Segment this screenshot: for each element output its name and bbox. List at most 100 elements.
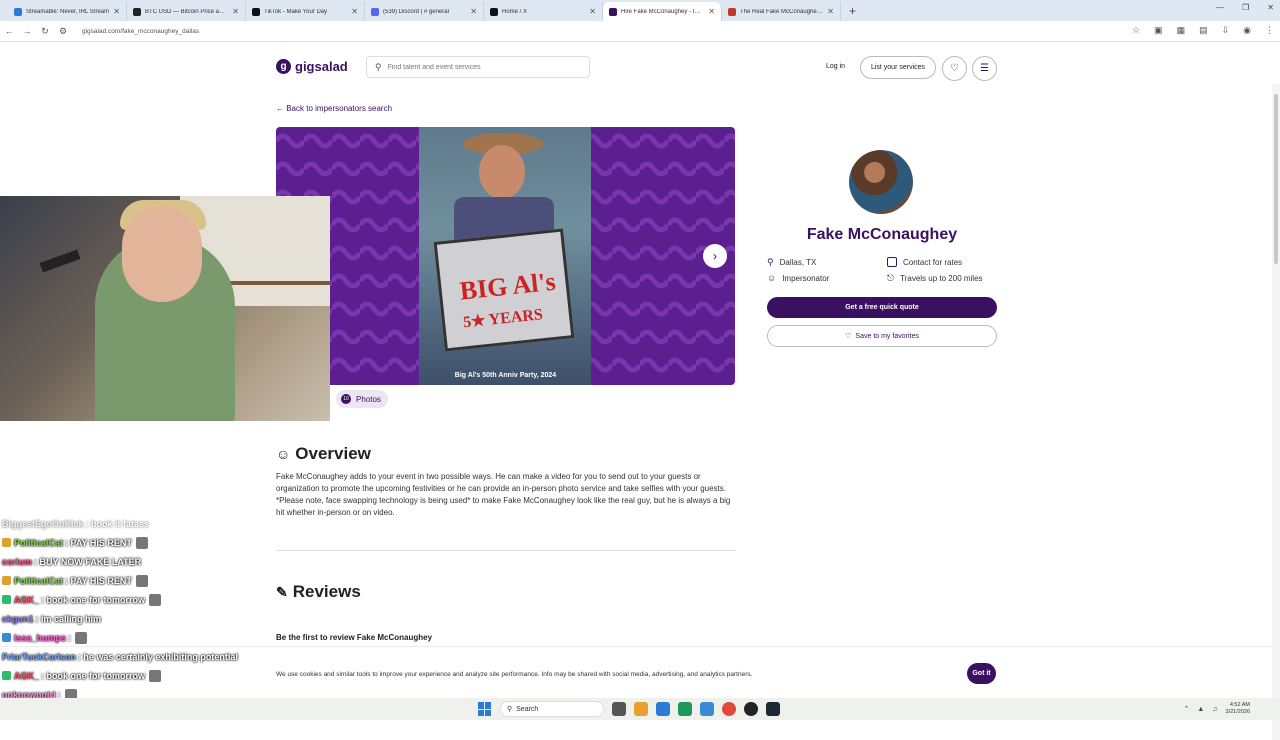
tab-close-icon[interactable]: ✕ — [708, 7, 715, 16]
back-to-search-link[interactable]: ← Back to impersonators search — [276, 104, 392, 113]
browser-tab[interactable]: Hire Fake McConaughey - Impe ✕ — [603, 2, 722, 21]
sign-years: 5★ YEARS — [462, 306, 544, 332]
edge-icon[interactable] — [656, 702, 670, 716]
search-input[interactable] — [387, 63, 578, 71]
volume-icon[interactable]: ♫ — [1212, 706, 1217, 713]
download-icon[interactable]: ⇩ — [1222, 25, 1230, 36]
photo-face — [479, 145, 525, 199]
tab-close-icon[interactable]: ✕ — [232, 7, 239, 16]
close-icon[interactable]: ✕ — [1267, 3, 1274, 12]
chat-username: issa_humps — [14, 632, 67, 643]
chat-emote-icon — [149, 593, 162, 606]
chat-emote-icon — [75, 631, 88, 644]
travel-text: Travels up to 200 miles — [900, 274, 983, 283]
heart-icon: ♡ — [950, 63, 959, 74]
chrome-icon[interactable] — [722, 702, 736, 716]
carousel-next-button[interactable]: › — [703, 244, 727, 268]
bookmark-star-icon[interactable]: ☆ — [1132, 25, 1140, 36]
site-info-icon[interactable]: ⚙ — [54, 26, 72, 37]
sidebar-icon[interactable]: ▤ — [1199, 25, 1208, 36]
profile-name: Fake McConaughey — [806, 226, 958, 243]
new-tab-button[interactable]: + — [849, 4, 856, 18]
tab-label: Streamable: Never, IRL Stream — [26, 8, 110, 15]
price-tag-icon — [887, 257, 897, 267]
webcam-face — [122, 206, 202, 302]
back-arrow-icon[interactable]: ← — [0, 26, 18, 36]
chevron-up-icon[interactable]: ⌃ — [1183, 705, 1189, 713]
taskbar-clock[interactable]: 4:52 AM 3/21/2026 — [1226, 702, 1250, 716]
extension-icon[interactable]: ▣ — [1154, 25, 1163, 36]
chat-message: corium: BUY NOW FAKE LATER — [2, 552, 272, 571]
store-icon[interactable] — [678, 702, 692, 716]
steam-icon[interactable] — [766, 702, 780, 716]
logo-text: gigsalad — [295, 59, 348, 74]
cookie-accept-button[interactable]: Got it — [967, 663, 996, 684]
reviews-heading: ✎ Reviews — [276, 582, 361, 602]
browser-tab[interactable]: BTC USD — Bitcoin Price and C ✕ — [127, 2, 246, 21]
category-text: Impersonator — [782, 273, 830, 283]
tab-favicon-icon — [609, 7, 617, 16]
login-link[interactable]: Log in — [826, 63, 845, 70]
travel-info: ⎋ Travels up to 200 miles — [887, 273, 983, 284]
minimize-icon[interactable]: — — [1216, 3, 1224, 12]
tab-close-icon[interactable]: ✕ — [589, 7, 596, 16]
list-services-button[interactable]: List your services — [860, 56, 936, 79]
browser-tab[interactable]: The Real Fake McConaughey - ✕ — [722, 2, 841, 21]
reload-icon[interactable]: ↻ — [36, 26, 54, 37]
restore-icon[interactable]: ❐ — [1242, 3, 1249, 12]
webcam-shelf — [230, 281, 330, 285]
tab-favicon-icon — [14, 7, 22, 16]
chat-message: AGK_: book one for tomorrow — [2, 590, 272, 609]
gigsalad-logo[interactable]: g gigsalad — [276, 59, 348, 74]
puzzle-icon[interactable]: ▦ — [1177, 25, 1186, 36]
file-explorer-icon[interactable] — [634, 702, 648, 716]
task-view-icon[interactable] — [612, 702, 626, 716]
taskbar-search[interactable]: ⚲ Search — [500, 701, 604, 717]
rates-info: Contact for rates — [887, 257, 962, 267]
window-controls: — ❐ ✕ — [1216, 3, 1274, 12]
photo-carousel[interactable]: BIG Al's 5★ YEARS Big Al's 50th Anniv Pa… — [276, 127, 735, 385]
favorites-button[interactable]: ♡ — [942, 56, 967, 81]
mail-icon[interactable] — [700, 702, 714, 716]
tab-close-icon[interactable]: ✕ — [827, 7, 834, 16]
profile-icon[interactable]: ◉ — [1243, 25, 1251, 36]
cookie-text: We use cookies and similar tools to impr… — [276, 671, 753, 678]
tab-close-icon[interactable]: ✕ — [113, 7, 120, 16]
page-scrollbar[interactable] — [1272, 84, 1280, 740]
heart-icon: ♡ — [845, 333, 852, 340]
carousel-photo: BIG Al's 5★ YEARS — [419, 127, 591, 385]
get-quote-button[interactable]: Get a free quick quote — [767, 297, 997, 318]
network-icon[interactable]: ▲ — [1197, 706, 1204, 713]
photos-tab[interactable]: 10 Photos — [336, 390, 388, 408]
talent-search-box[interactable]: ⚲ — [366, 56, 590, 78]
chat-message: BiggestEgoOnKick: book it fatass — [2, 514, 272, 533]
obs-icon[interactable] — [744, 702, 758, 716]
gigsalad-logo-icon: g — [276, 59, 291, 74]
browser-tab[interactable]: Streamable: Never, IRL Stream ✕ — [8, 2, 127, 21]
chat-badge-icon — [2, 576, 11, 585]
stream-chat-overlay: BiggestEgoOnKick: book it fatass Politica… — [2, 514, 272, 723]
tab-close-icon[interactable]: ✕ — [470, 7, 477, 16]
address-bar[interactable]: gigsalad.com/fake_mcconaughey_dallas — [82, 28, 199, 35]
car-icon: ⎋ — [887, 273, 895, 283]
tab-favicon-icon — [490, 7, 498, 16]
chat-emote-icon — [135, 536, 148, 549]
menu-dots-icon[interactable]: ⋮ — [1265, 25, 1274, 36]
browser-tab[interactable]: TikTok - Make Your Day ✕ — [246, 2, 365, 21]
save-favorites-button[interactable]: ♡ Save to my favorites — [767, 325, 997, 347]
big-als-sign: BIG Al's 5★ YEARS — [433, 228, 575, 352]
scrollbar-thumb[interactable] — [1274, 94, 1278, 264]
menu-button[interactable]: ☰ — [972, 56, 997, 81]
forward-arrow-icon[interactable]: → — [18, 26, 36, 36]
system-tray: ⌃ ▲ ♫ 4:52 AM 3/21/2026 — [1183, 702, 1250, 716]
chat-text: : — [68, 632, 72, 643]
tab-close-icon[interactable]: ✕ — [351, 7, 358, 16]
browser-tab[interactable]: (539) Discord | # general ✕ — [365, 2, 484, 21]
chat-username: PoliticalCat — [14, 537, 64, 548]
photo-caption: Big Al's 50th Anniv Party, 2024 — [454, 372, 557, 379]
tab-label: TikTok - Make Your Day — [264, 8, 328, 15]
chat-badge-icon — [2, 595, 11, 604]
windows-start-icon[interactable] — [478, 702, 492, 716]
windows-taskbar: ⚲ Search ⌃ ▲ ♫ 4:52 AM 3/21/2026 — [0, 698, 1280, 720]
browser-tab[interactable]: Home / X ✕ — [484, 2, 603, 21]
